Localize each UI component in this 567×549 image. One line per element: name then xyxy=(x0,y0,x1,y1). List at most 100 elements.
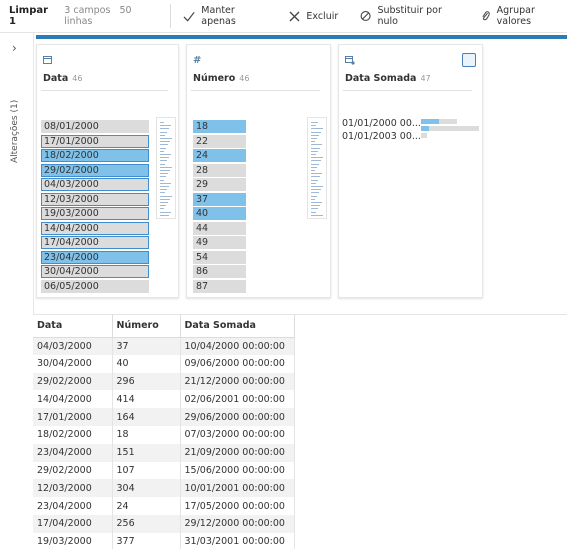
histogram-bar[interactable]: 08/01/2000 xyxy=(41,120,149,133)
histogram-bar[interactable]: 19/03/2000 xyxy=(41,207,149,220)
histogram-bar[interactable]: 49 xyxy=(193,236,246,249)
table-cell[interactable]: 29/02/2000 xyxy=(33,372,113,391)
table-row[interactable]: 23/04/2000 24 17/05/2000 00:00:00 xyxy=(33,497,295,515)
table-cell[interactable]: 10/01/2001 00:00:00 xyxy=(180,479,295,498)
table-cell[interactable]: 21/12/2000 00:00:00 xyxy=(180,372,295,391)
table-cell[interactable]: 37 xyxy=(112,337,181,355)
profile-card-data[interactable]: Data 46 08/01/2000 17/01/2000 18/02/2000 29/… xyxy=(36,44,179,298)
step-title[interactable]: Limpar 1 xyxy=(9,5,55,27)
table-row[interactable]: 30/04/2000 40 09/06/2000 00:00:00 xyxy=(33,354,295,373)
table-cell[interactable]: 09/06/2000 00:00:00 xyxy=(180,354,295,373)
histogram-bar[interactable]: 44 xyxy=(193,221,246,235)
table-cell[interactable]: 40 xyxy=(112,354,181,373)
table-cell[interactable]: 07/03/2000 00:00:00 xyxy=(180,425,295,444)
table-cell[interactable]: 29/02/2000 xyxy=(33,461,113,480)
table-cell[interactable]: 17/05/2000 00:00:00 xyxy=(180,497,295,515)
table-cell[interactable]: 256 xyxy=(112,514,181,533)
data-overview-scrollbar[interactable] xyxy=(156,117,176,219)
exclude-label: Excluir xyxy=(306,10,339,22)
table-cell[interactable]: 15/06/2000 00:00:00 xyxy=(180,461,295,480)
table-cell[interactable]: 17/04/2000 xyxy=(33,514,113,533)
table-row[interactable]: 29/02/2000 107 15/06/2000 00:00:00 xyxy=(33,461,295,480)
group-values-button[interactable]: Agrupar valores xyxy=(481,5,567,27)
chevron-right-icon[interactable]: › xyxy=(12,41,17,55)
export-icon[interactable] xyxy=(462,53,476,67)
field-name-data-somada[interactable]: Data Somada 47 xyxy=(345,73,431,84)
table-cell[interactable]: 377 xyxy=(112,532,181,549)
field-name-data[interactable]: Data 46 xyxy=(43,73,82,84)
overview-tick xyxy=(311,157,323,159)
histogram-bar[interactable]: 29 xyxy=(193,178,246,191)
column-header-numero[interactable]: Número xyxy=(112,315,181,338)
changes-toggle[interactable]: Alterações (1) xyxy=(10,100,20,163)
overview-tick xyxy=(160,154,171,155)
histogram-bar[interactable]: 37 xyxy=(193,192,246,206)
list-item[interactable]: 01/01/2000 00... xyxy=(342,118,421,129)
table-cell[interactable]: 19/03/2000 xyxy=(33,532,113,549)
table-cell[interactable]: 02/06/2001 00:00:00 xyxy=(180,390,295,409)
overview-tick xyxy=(160,202,168,203)
table-cell[interactable]: 164 xyxy=(112,408,181,426)
histogram-bar[interactable]: 17/01/2000 xyxy=(41,134,149,148)
table-cell[interactable]: 29/06/2000 00:00:00 xyxy=(180,408,295,426)
exclude-button[interactable]: Excluir xyxy=(289,11,338,22)
histogram-bar[interactable]: 12/03/2000 xyxy=(41,192,149,206)
table-cell[interactable]: 296 xyxy=(112,372,181,391)
histogram-bar[interactable]: 14/04/2000 xyxy=(41,221,149,235)
field-name-data-label: Data xyxy=(43,73,69,84)
list-item[interactable]: 01/01/2003 00... xyxy=(342,131,421,142)
overview-tick xyxy=(311,205,320,207)
table-cell[interactable]: 414 xyxy=(112,390,181,409)
table-cell[interactable]: 12/03/2000 xyxy=(33,479,113,498)
table-cell[interactable]: 17/01/2000 xyxy=(33,408,113,426)
histogram-bar[interactable]: 06/05/2000 xyxy=(41,279,149,293)
table-cell[interactable]: 30/04/2000 xyxy=(33,354,113,373)
histogram-bar[interactable]: 28 xyxy=(193,163,246,177)
histogram-bar[interactable]: 17/04/2000 xyxy=(41,236,149,249)
table-cell[interactable]: 29/12/2000 00:00:00 xyxy=(180,514,295,533)
table-cell[interactable]: 18/02/2000 xyxy=(33,425,113,444)
histogram-bar[interactable]: 87 xyxy=(193,279,246,293)
histogram-bar[interactable]: 04/03/2000 xyxy=(41,178,149,191)
histogram-bar[interactable]: 86 xyxy=(193,265,246,278)
histogram-bar[interactable]: 40 xyxy=(193,207,246,220)
replace-null-button[interactable]: Substituir por nulo xyxy=(360,5,459,27)
table-cell[interactable]: 23/04/2000 xyxy=(33,497,113,515)
histogram-bar[interactable]: 23/04/2000 xyxy=(41,250,149,264)
table-row[interactable]: 04/03/2000 37 10/04/2000 00:00:00 xyxy=(33,337,295,355)
column-header-data[interactable]: Data xyxy=(33,315,113,338)
table-row[interactable]: 29/02/2000 296 21/12/2000 00:00:00 xyxy=(33,372,295,391)
table-cell[interactable]: 23/04/2000 xyxy=(33,443,113,462)
table-cell[interactable]: 18 xyxy=(112,425,181,444)
table-row[interactable]: 19/03/2000 377 31/03/2001 00:00:00 xyxy=(33,532,295,549)
table-cell[interactable]: 151 xyxy=(112,443,181,462)
profile-card-data-somada[interactable]: Data Somada 47 01/01/2000 00... 01/01/200… xyxy=(338,44,483,298)
histogram-bar[interactable]: 29/02/2000 xyxy=(41,163,149,177)
table-row[interactable]: 14/04/2000 414 02/06/2001 00:00:00 xyxy=(33,390,295,409)
table-row[interactable]: 18/02/2000 18 07/03/2000 00:00:00 xyxy=(33,425,295,444)
table-cell[interactable]: 107 xyxy=(112,461,181,480)
histogram-bar[interactable]: 24 xyxy=(193,149,246,162)
column-header-data-somada[interactable]: Data Somada xyxy=(180,315,295,338)
histogram-bar[interactable]: 30/04/2000 xyxy=(41,265,149,278)
profile-card-numero[interactable]: # Número 46 18 22 24 28 29 37 40 44 49 54 86 87 xyxy=(186,44,331,298)
table-cell[interactable]: 14/04/2000 xyxy=(33,390,113,409)
histogram-bar[interactable]: 22 xyxy=(193,134,246,148)
table-cell[interactable]: 24 xyxy=(112,497,181,515)
numero-overview-scrollbar[interactable] xyxy=(307,117,327,219)
table-cell[interactable]: 304 xyxy=(112,479,181,498)
table-cell[interactable]: 04/03/2000 xyxy=(33,337,113,355)
histogram-bar[interactable]: 54 xyxy=(193,250,246,264)
field-name-numero[interactable]: Número 46 xyxy=(193,73,249,84)
histogram-bar[interactable]: 18 xyxy=(193,120,246,133)
keep-only-button[interactable]: Manter apenas xyxy=(183,5,267,27)
table-cell[interactable]: 10/04/2000 00:00:00 xyxy=(180,337,295,355)
table-cell[interactable]: 31/03/2001 00:00:00 xyxy=(180,532,295,549)
table-row[interactable]: 17/04/2000 256 29/12/2000 00:00:00 xyxy=(33,514,295,533)
table-cell[interactable]: 21/09/2000 00:00:00 xyxy=(180,443,295,462)
table-row[interactable]: 12/03/2000 304 10/01/2001 00:00:00 xyxy=(33,479,295,498)
histogram-bar[interactable]: 18/02/2000 xyxy=(41,149,149,162)
overview-tick xyxy=(160,173,168,175)
table-row[interactable]: 17/01/2000 164 29/06/2000 00:00:00 xyxy=(33,408,295,426)
table-row[interactable]: 23/04/2000 151 21/09/2000 00:00:00 xyxy=(33,443,295,462)
